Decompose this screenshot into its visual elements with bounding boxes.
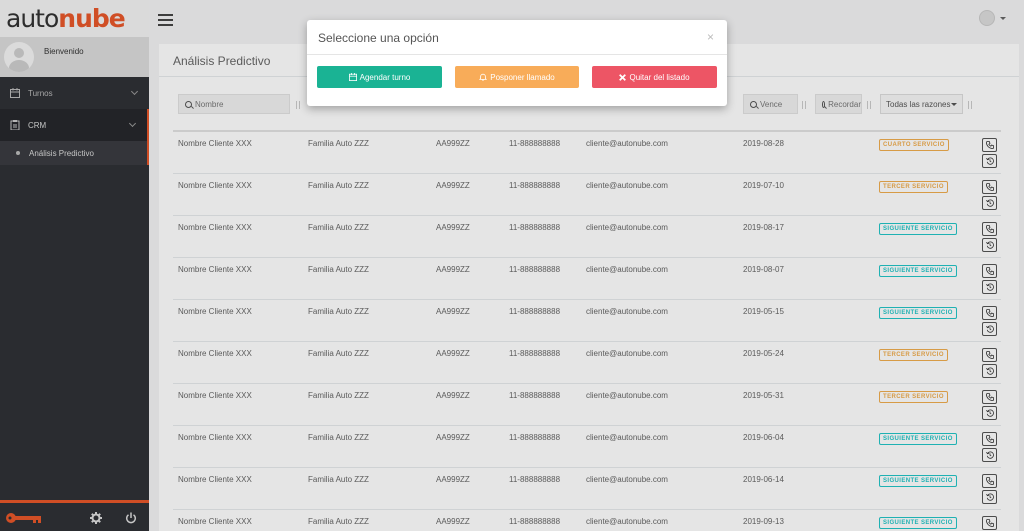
bell-icon — [479, 73, 488, 81]
calendar-icon — [348, 73, 357, 81]
options-modal: Seleccione una opción × Agendar turno Po… — [307, 20, 727, 106]
modal-header: Seleccione una opción × — [307, 20, 727, 55]
times-icon — [619, 73, 627, 81]
close-icon[interactable]: × — [707, 30, 714, 44]
modal-title: Seleccione una opción — [318, 31, 439, 45]
agendar-turno-button[interactable]: Agendar turno — [317, 66, 442, 88]
posponer-llamado-button[interactable]: Posponer llamado — [455, 66, 579, 88]
quitar-del-listado-button[interactable]: Quitar del listado — [592, 66, 717, 88]
